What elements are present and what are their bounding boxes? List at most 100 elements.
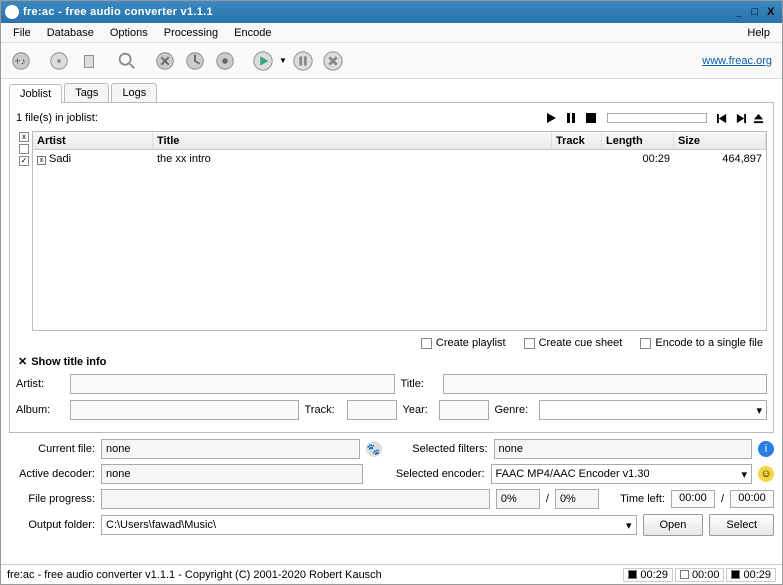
svg-text:+♪: +♪ xyxy=(15,56,26,67)
info-icon[interactable]: i xyxy=(758,441,774,457)
website-link[interactable]: www.freac.org xyxy=(702,55,776,67)
status-time-2: 00:00 xyxy=(675,568,725,582)
track-label: Track: xyxy=(305,404,341,416)
menu-options[interactable]: Options xyxy=(102,25,156,41)
maximize-button[interactable] xyxy=(748,5,762,19)
select-all-checkbox[interactable]: x xyxy=(19,132,29,142)
preview-eject-button[interactable] xyxy=(750,110,766,126)
time-left-b: 00:00 xyxy=(730,490,774,508)
encoder-settings-icon[interactable]: ☺ xyxy=(758,466,774,482)
chevron-down-icon: ▾ xyxy=(756,404,762,417)
output-folder-label: Output folder: xyxy=(9,519,95,531)
progress-b: 0% xyxy=(555,489,599,509)
track-input[interactable] xyxy=(347,400,397,420)
cd-button[interactable] xyxy=(45,47,73,75)
album-label: Album: xyxy=(16,404,64,416)
statusbar: fre:ac - free audio converter v1.1.1 - C… xyxy=(1,564,782,584)
col-track[interactable]: Track xyxy=(552,133,602,149)
cell-artist: Sadi xyxy=(49,153,71,165)
play-encode-dropdown[interactable]: ▼ xyxy=(279,56,287,65)
app-icon xyxy=(5,5,19,19)
tabs-container: Joblist Tags Logs 1 file(s) in joblist: … xyxy=(1,79,782,433)
toggle-all-checkbox[interactable]: ✓ xyxy=(19,156,29,166)
tab-logs[interactable]: Logs xyxy=(111,83,157,102)
preview-prev-button[interactable] xyxy=(714,110,730,126)
bottom-panel: Current file: none 🐾 Selected filters: n… xyxy=(1,433,782,540)
tools-1-button[interactable] xyxy=(151,47,179,75)
tab-tags[interactable]: Tags xyxy=(64,83,109,102)
remove-button[interactable] xyxy=(75,47,103,75)
cell-title: the xx intro xyxy=(153,152,552,166)
menu-file[interactable]: File xyxy=(5,25,39,41)
table-header: Artist Title Track Length Size xyxy=(33,132,766,150)
year-label: Year: xyxy=(403,404,433,416)
pause-button[interactable] xyxy=(289,47,317,75)
file-progress-label: File progress: xyxy=(9,493,95,505)
show-title-info-toggle[interactable]: ✕ Show title info xyxy=(16,353,767,374)
time-left-label: Time left: xyxy=(605,493,665,505)
preview-stop-button[interactable] xyxy=(582,109,600,127)
menu-encode[interactable]: Encode xyxy=(226,25,279,41)
active-decoder-label: Active decoder: xyxy=(9,468,95,480)
joblist-gutter: x ✓ xyxy=(16,131,32,331)
cell-size: 464,897 xyxy=(674,152,766,166)
cell-track xyxy=(552,158,602,160)
album-input[interactable] xyxy=(70,400,299,420)
col-artist[interactable]: Artist xyxy=(33,133,153,149)
encode-single-checkbox[interactable]: Encode to a single file xyxy=(640,337,763,349)
current-file-label: Current file: xyxy=(9,443,95,455)
menu-help[interactable]: Help xyxy=(739,25,778,41)
menu-database[interactable]: Database xyxy=(39,25,102,41)
preview-play-button[interactable] xyxy=(542,109,560,127)
search-button[interactable] xyxy=(113,47,141,75)
status-time-1: 00:29 xyxy=(623,568,673,582)
table-row[interactable]: xSadi the xx intro 00:29 464,897 xyxy=(33,150,766,168)
preview-next-button[interactable] xyxy=(732,110,748,126)
progress-a: 0% xyxy=(496,489,540,509)
genre-combo[interactable]: ▾ xyxy=(539,400,768,420)
year-input[interactable] xyxy=(439,400,489,420)
title-input[interactable] xyxy=(443,374,768,394)
open-button[interactable]: Open xyxy=(643,514,704,536)
col-length[interactable]: Length xyxy=(602,133,674,149)
deselect-all-checkbox[interactable] xyxy=(19,144,29,154)
current-file-field: none xyxy=(101,439,360,459)
output-folder-combo[interactable]: C:\Users\fawad\Music\▾ xyxy=(101,515,637,535)
chevron-down-icon: ▾ xyxy=(626,519,632,532)
col-title[interactable]: Title xyxy=(153,133,552,149)
preview-pause-button[interactable] xyxy=(562,109,580,127)
artist-input[interactable] xyxy=(70,374,395,394)
time-left-a: 00:00 xyxy=(671,490,715,508)
titlebar: fre:ac - free audio converter v1.1.1 xyxy=(1,1,782,23)
active-decoder-field: none xyxy=(101,464,363,484)
menubar: File Database Options Processing Encode … xyxy=(1,23,782,43)
add-files-button[interactable]: +♪ xyxy=(7,47,35,75)
log-icon[interactable]: 🐾 xyxy=(366,441,382,457)
window-title: fre:ac - free audio converter v1.1.1 xyxy=(23,6,213,18)
genre-label: Genre: xyxy=(495,404,533,416)
selected-encoder-combo[interactable]: FAAC MP4/AAC Encoder v1.30▾ xyxy=(491,464,753,484)
create-playlist-checkbox[interactable]: Create playlist xyxy=(421,337,506,349)
close-button[interactable] xyxy=(764,5,778,19)
preview-progress[interactable] xyxy=(607,113,707,123)
title-label: Title: xyxy=(401,378,437,390)
chevron-down-icon: ▾ xyxy=(741,468,747,481)
create-cuesheet-checkbox[interactable]: Create cue sheet xyxy=(524,337,623,349)
menu-processing[interactable]: Processing xyxy=(156,25,226,41)
settings-button[interactable] xyxy=(211,47,239,75)
status-text: fre:ac - free audio converter v1.1.1 - C… xyxy=(7,569,382,581)
file-progress-bar xyxy=(101,489,490,509)
select-button[interactable]: Select xyxy=(709,514,774,536)
minimize-button[interactable] xyxy=(732,5,746,19)
selected-encoder-label: Selected encoder: xyxy=(369,468,485,480)
stop-button[interactable] xyxy=(319,47,347,75)
tools-2-button[interactable] xyxy=(181,47,209,75)
selected-filters-field: none xyxy=(494,439,753,459)
joblist-count: 1 file(s) in joblist: xyxy=(16,112,98,124)
col-size[interactable]: Size xyxy=(674,133,766,149)
toolbar: +♪ ▼ www.freac.org xyxy=(1,43,782,79)
status-time-3: 00:29 xyxy=(726,568,776,582)
play-encode-button[interactable] xyxy=(249,47,277,75)
close-x-icon: ✕ xyxy=(18,355,27,368)
tab-joblist[interactable]: Joblist xyxy=(9,84,62,103)
